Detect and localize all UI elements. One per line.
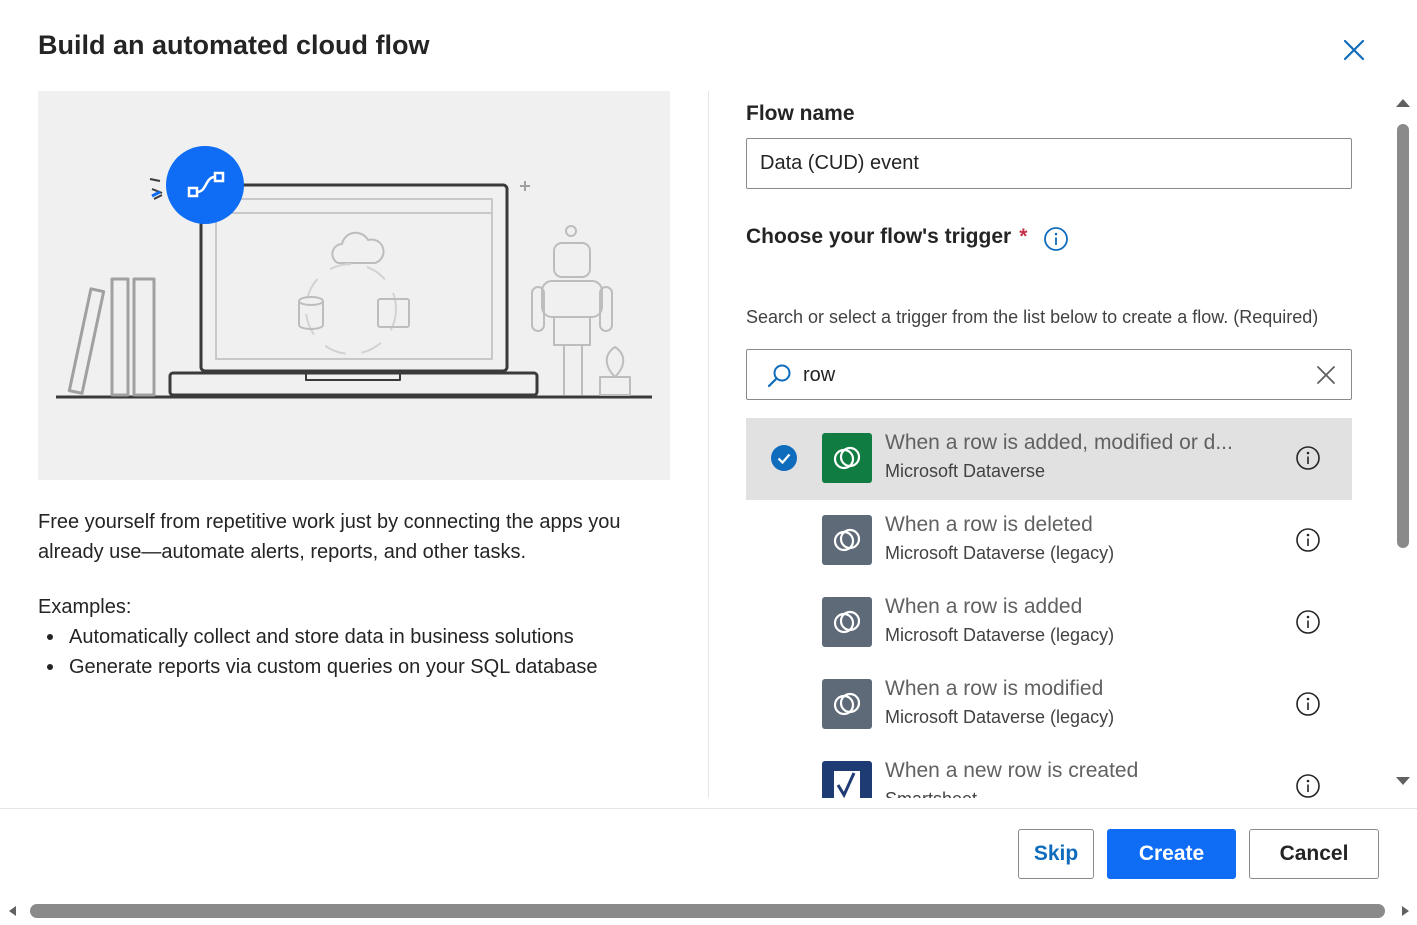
trigger-name: When a row is deleted bbox=[885, 513, 1093, 536]
laptop-robot-illustration bbox=[38, 91, 670, 480]
smartsheet-icon bbox=[822, 761, 872, 798]
cancel-button[interactable]: Cancel bbox=[1249, 829, 1379, 879]
scroll-down-arrow-icon[interactable] bbox=[1394, 774, 1412, 788]
close-icon[interactable] bbox=[1340, 36, 1368, 64]
trigger-name: When a row is added, modified or d... bbox=[885, 431, 1233, 454]
dataverse-legacy-icon bbox=[822, 679, 872, 729]
trigger-search-box bbox=[746, 349, 1352, 400]
panel-divider bbox=[708, 91, 709, 798]
flow-name-input[interactable] bbox=[746, 138, 1352, 189]
trigger-list: When a row is added, modified or d... Mi… bbox=[746, 418, 1352, 798]
trigger-item[interactable]: When a row is added, modified or d... Mi… bbox=[746, 418, 1352, 500]
scroll-left-arrow-icon[interactable] bbox=[6, 904, 20, 918]
trigger-connector: Microsoft Dataverse (legacy) bbox=[885, 625, 1115, 645]
info-icon[interactable] bbox=[1295, 527, 1321, 553]
create-button[interactable]: Create bbox=[1107, 829, 1236, 879]
scroll-up-arrow-icon[interactable] bbox=[1394, 96, 1412, 110]
trigger-name: When a new row is created bbox=[885, 759, 1139, 782]
dataverse-legacy-icon bbox=[822, 515, 872, 565]
info-icon[interactable] bbox=[1295, 445, 1321, 471]
trigger-name: When a row is added bbox=[885, 595, 1083, 618]
required-mark: * bbox=[1019, 225, 1028, 248]
trigger-help-text: Search or select a trigger from the list… bbox=[746, 307, 1319, 327]
footer-divider bbox=[0, 808, 1417, 809]
example-item: Automatically collect and store data in … bbox=[38, 622, 597, 652]
example-item: Generate reports via custom queries on y… bbox=[38, 652, 597, 682]
dataverse-icon bbox=[822, 433, 872, 483]
illustration-graphic bbox=[56, 146, 652, 399]
dialog-title: Build an automated cloud flow bbox=[38, 30, 430, 60]
trigger-item[interactable]: When a row is deleted Microsoft Datavers… bbox=[746, 500, 1352, 582]
dataverse-legacy-icon bbox=[822, 597, 872, 647]
search-icon bbox=[767, 364, 791, 388]
flow-name-label: Flow name bbox=[746, 102, 855, 125]
check-icon bbox=[771, 445, 797, 471]
flow-description: Free yourself from repetitive work just … bbox=[38, 511, 621, 563]
info-icon[interactable] bbox=[1043, 226, 1069, 252]
info-icon[interactable] bbox=[1295, 691, 1321, 717]
scroll-right-arrow-icon[interactable] bbox=[1398, 904, 1412, 918]
trigger-search-input[interactable] bbox=[803, 358, 1283, 392]
examples-label: Examples: bbox=[38, 596, 132, 618]
info-icon[interactable] bbox=[1295, 773, 1321, 798]
build-flow-dialog: Build an automated cloud flow Free yours… bbox=[0, 0, 1417, 925]
trigger-name: When a row is modified bbox=[885, 677, 1104, 700]
trigger-item[interactable]: When a new row is created Smartsheet bbox=[746, 746, 1352, 798]
trigger-connector: Smartsheet bbox=[885, 789, 977, 798]
trigger-label-text: Choose your flow's trigger bbox=[746, 225, 1012, 248]
skip-button[interactable]: Skip bbox=[1018, 829, 1094, 879]
trigger-item[interactable]: When a row is added Microsoft Dataverse … bbox=[746, 582, 1352, 664]
trigger-connector: Microsoft Dataverse (legacy) bbox=[885, 543, 1115, 563]
trigger-label: Choose your flow's trigger * bbox=[746, 225, 1027, 249]
clear-search-icon[interactable] bbox=[1313, 362, 1339, 388]
info-icon[interactable] bbox=[1295, 609, 1321, 635]
trigger-item[interactable]: When a row is modified Microsoft Dataver… bbox=[746, 664, 1352, 746]
horizontal-scrollbar-thumb[interactable] bbox=[30, 904, 1385, 918]
trigger-connector: Microsoft Dataverse (legacy) bbox=[885, 707, 1115, 727]
examples-list: Automatically collect and store data in … bbox=[38, 622, 597, 682]
trigger-connector: Microsoft Dataverse bbox=[885, 461, 1046, 481]
vertical-scrollbar-thumb[interactable] bbox=[1397, 124, 1409, 548]
